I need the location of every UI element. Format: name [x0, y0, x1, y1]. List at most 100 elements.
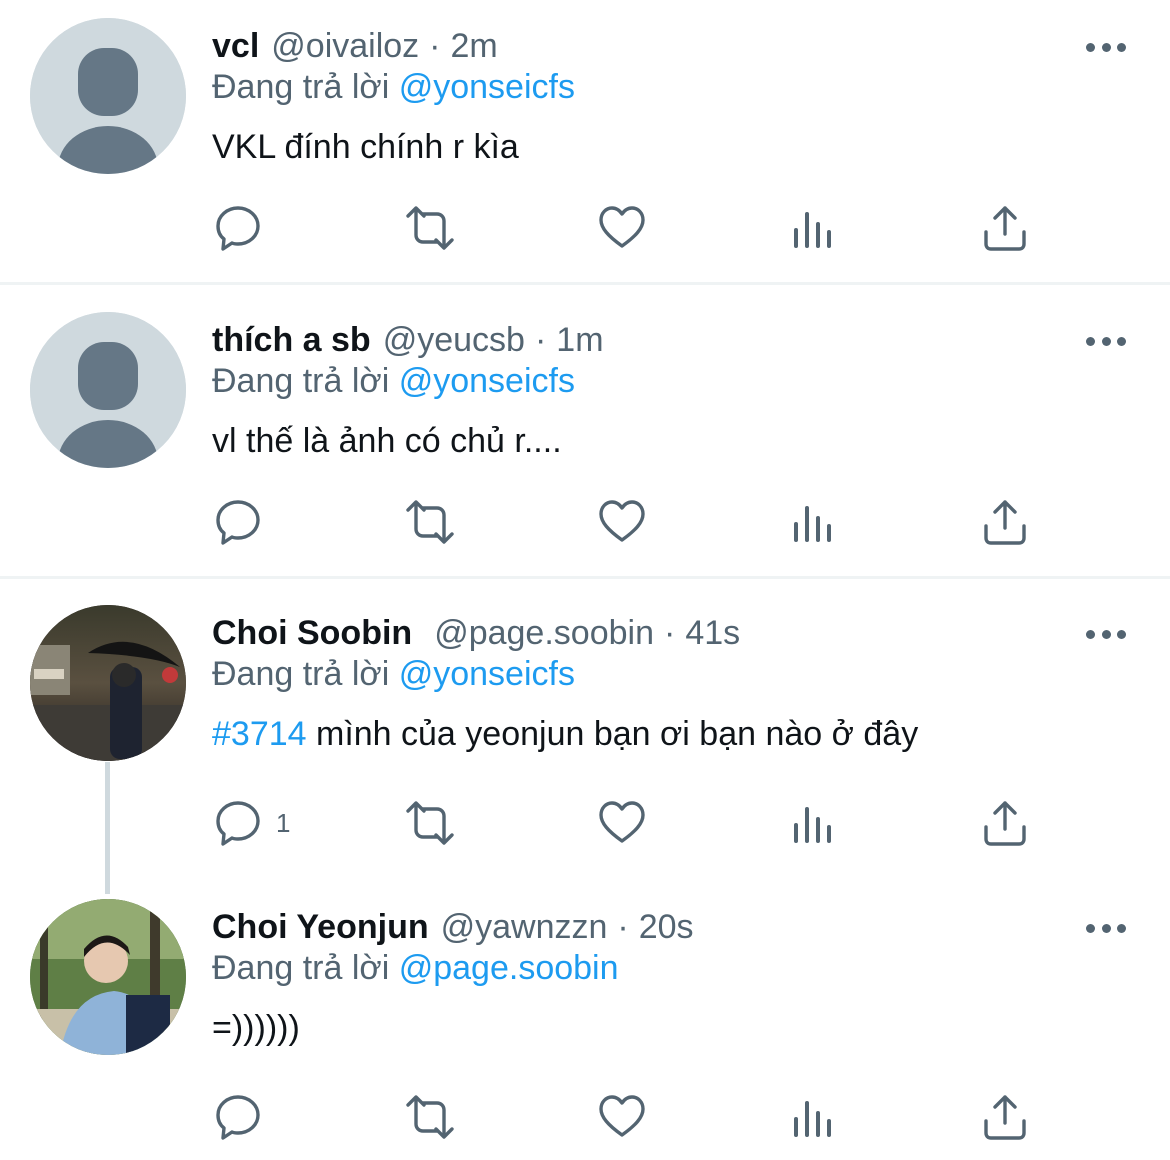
- views-button[interactable]: [790, 791, 836, 855]
- reply-mention[interactable]: @yonseicfs: [399, 655, 575, 693]
- like-button[interactable]: [596, 1085, 648, 1149]
- tweet-text: =)))))): [212, 1009, 300, 1048]
- tweet[interactable]: Choi Soobin @page.soobin · 41s Đang trả …: [0, 605, 1170, 867]
- timestamp[interactable]: 20s: [639, 908, 694, 947]
- divider: [0, 282, 1170, 285]
- like-button[interactable]: [596, 490, 648, 554]
- share-icon: [984, 801, 1026, 846]
- tweet-body: VKL đính chính r kìa: [212, 128, 519, 166]
- separator: ·: [429, 26, 441, 65]
- share-button[interactable]: [980, 490, 1030, 554]
- action-bar: [212, 1085, 1052, 1149]
- retweet-icon: [406, 801, 454, 845]
- like-icon: [599, 801, 645, 843]
- reply-mention[interactable]: @yonseicfs: [399, 68, 575, 106]
- tweet-text: vl thế là ảnh có chủ r....: [212, 422, 562, 461]
- action-bar: 1: [212, 791, 1052, 855]
- reply-button[interactable]: [212, 490, 264, 554]
- more-icon[interactable]: [1086, 921, 1126, 935]
- views-button[interactable]: [790, 1085, 836, 1149]
- photo-avatar-night-umbrella-icon: [30, 605, 186, 761]
- timestamp[interactable]: 41s: [685, 614, 740, 653]
- views-icon: [794, 212, 831, 248]
- display-name[interactable]: thích a sb: [212, 321, 371, 360]
- separator: ·: [617, 907, 629, 946]
- retweet-icon: [406, 1095, 454, 1139]
- reply-icon: [216, 801, 260, 846]
- default-avatar-icon: [30, 312, 186, 468]
- reply-mention[interactable]: @page.soobin: [399, 949, 619, 987]
- avatar[interactable]: [30, 312, 186, 468]
- like-icon: [599, 500, 645, 542]
- share-button[interactable]: [980, 1085, 1030, 1149]
- tweet-header: Choi Soobin @page.soobin · 41s: [212, 605, 740, 661]
- views-button[interactable]: [790, 196, 836, 260]
- photo-avatar-park-icon: [30, 899, 186, 1055]
- tweet-body: mình của yeonjun bạn ơi bạn nào ở đây: [306, 715, 919, 753]
- tweet-text: #3714 mình của yeonjun bạn ơi bạn nào ở …: [212, 715, 918, 754]
- retweet-button[interactable]: [400, 791, 460, 855]
- replying-label: Đang trả lời: [212, 949, 390, 987]
- action-bar: [212, 490, 1052, 554]
- hashtag-link[interactable]: #3714: [212, 715, 307, 753]
- like-button[interactable]: [596, 196, 648, 260]
- avatar[interactable]: [30, 18, 186, 174]
- tweet-text: VKL đính chính r kìa: [212, 128, 519, 167]
- retweet-button[interactable]: [400, 1085, 460, 1149]
- replying-to: Đang trả lời @page.soobin: [212, 949, 619, 988]
- tweet-header: vcl @oivailoz · 2m: [212, 18, 498, 74]
- replying-label: Đang trả lời: [212, 362, 390, 400]
- reply-icon: [216, 500, 260, 545]
- timestamp[interactable]: 2m: [451, 27, 498, 66]
- reply-button[interactable]: [212, 1085, 264, 1149]
- display-name[interactable]: Choi Yeonjun: [212, 908, 429, 947]
- share-button[interactable]: [980, 791, 1030, 855]
- tweet[interactable]: Choi Yeonjun @yawnzzn · 20s Đang trả lời…: [0, 899, 1170, 1160]
- replying-label: Đang trả lời: [212, 68, 390, 106]
- display-name[interactable]: Choi Soobin: [212, 614, 412, 653]
- tweet[interactable]: vcl @oivailoz · 2m Đang trả lời @yonseic…: [0, 18, 1170, 280]
- more-icon[interactable]: [1086, 40, 1126, 54]
- share-icon: [984, 500, 1026, 545]
- reply-button[interactable]: 1: [212, 791, 290, 855]
- like-icon: [599, 206, 645, 248]
- reply-mention[interactable]: @yonseicfs: [399, 362, 575, 400]
- tweet-header: Choi Yeonjun @yawnzzn · 20s: [212, 899, 694, 955]
- more-icon[interactable]: [1086, 334, 1126, 348]
- avatar[interactable]: [30, 899, 186, 1055]
- timestamp[interactable]: 1m: [556, 321, 603, 360]
- user-handle[interactable]: @oivailoz: [271, 27, 419, 66]
- share-button[interactable]: [980, 196, 1030, 260]
- tweet[interactable]: thích a sb @yeucsb · 1m Đang trả lời @yo…: [0, 312, 1170, 574]
- reply-count: 1: [276, 807, 291, 838]
- tweet-body: =)))))): [212, 1009, 300, 1047]
- reply-icon: [216, 206, 260, 251]
- views-button[interactable]: [790, 490, 836, 554]
- retweet-button[interactable]: [400, 196, 460, 260]
- views-icon: [794, 506, 831, 542]
- retweet-icon: [406, 500, 454, 544]
- retweet-button[interactable]: [400, 490, 460, 554]
- display-name[interactable]: vcl: [212, 27, 259, 66]
- replying-to: Đang trả lời @yonseicfs: [212, 655, 575, 694]
- action-bar: [212, 196, 1052, 260]
- default-avatar-icon: [30, 18, 186, 174]
- like-button[interactable]: [596, 791, 648, 855]
- divider: [0, 576, 1170, 579]
- views-icon: [794, 807, 831, 843]
- like-icon: [599, 1095, 645, 1137]
- reply-button[interactable]: [212, 196, 264, 260]
- replying-to: Đang trả lời @yonseicfs: [212, 362, 575, 401]
- replying-to: Đang trả lời @yonseicfs: [212, 68, 575, 107]
- tweet-body: vl thế là ảnh có chủ r....: [212, 422, 562, 460]
- more-icon[interactable]: [1086, 627, 1126, 641]
- views-icon: [794, 1101, 831, 1137]
- user-handle[interactable]: @yawnzzn: [441, 908, 608, 947]
- user-handle[interactable]: @page.soobin: [434, 614, 654, 653]
- user-handle[interactable]: @yeucsb: [383, 321, 525, 360]
- avatar[interactable]: [30, 605, 186, 761]
- separator: ·: [663, 613, 676, 652]
- separator: ·: [534, 320, 547, 359]
- replying-label: Đang trả lời: [212, 655, 390, 693]
- share-icon: [984, 1095, 1026, 1140]
